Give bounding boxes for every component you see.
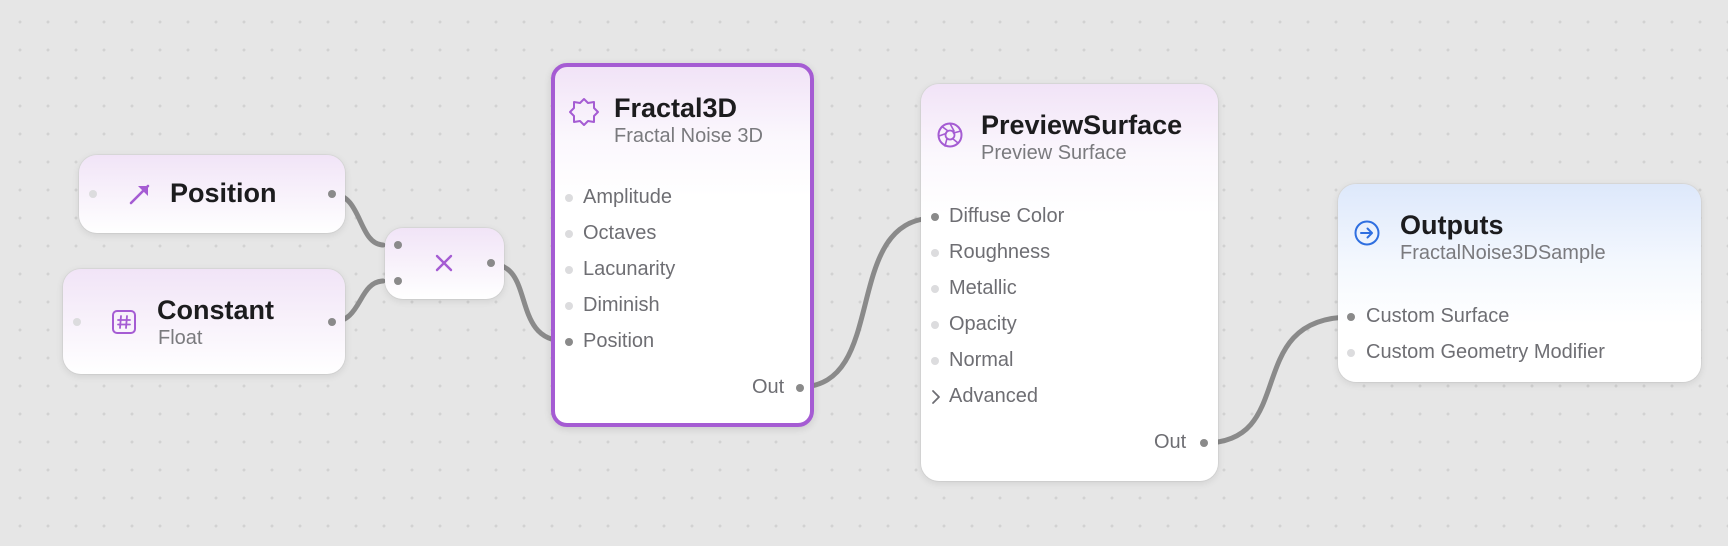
lacunarity-port[interactable] [565, 266, 573, 274]
octaves-port[interactable] [565, 230, 573, 238]
preview-surface-node[interactable]: PreviewSurface Preview Surface Diffuse C… [921, 84, 1218, 481]
arrow-up-right-icon [125, 179, 155, 209]
custom-surface-port[interactable] [1347, 313, 1355, 321]
node-graph-canvas[interactable]: Position Constant Float Fractal3D Fracta… [0, 0, 1728, 546]
multiply-node[interactable] [385, 228, 504, 299]
node-subtitle: Float [158, 327, 203, 349]
input-label-custom-geometry-modifier: Custom Geometry Modifier [1366, 341, 1605, 363]
node-subtitle: Fractal Noise 3D [614, 125, 763, 147]
input-label-custom-surface: Custom Surface [1366, 305, 1510, 327]
diffuse-color-port[interactable] [931, 213, 939, 221]
chevron-right-icon[interactable] [930, 388, 942, 411]
arrow-right-circle-icon [1352, 218, 1382, 248]
input-label-octaves: Octaves [583, 222, 657, 244]
input-label-diffuse-color: Diffuse Color [949, 205, 1065, 227]
position-input-port[interactable] [89, 190, 97, 198]
number-sign-icon [111, 309, 137, 335]
diminish-port[interactable] [565, 302, 573, 310]
wire-fractal3d-out-to-diffuse-color[interactable] [797, 215, 938, 390]
opacity-port[interactable] [931, 321, 939, 329]
custom-geometry-modifier-port[interactable] [1347, 349, 1355, 357]
metallic-port[interactable] [931, 285, 939, 293]
fractal-icon [567, 95, 601, 129]
multiply-output-port[interactable] [487, 259, 495, 267]
position-node[interactable]: Position [79, 155, 345, 233]
constant-output-port[interactable] [328, 318, 336, 326]
node-title: PreviewSurface [981, 110, 1183, 140]
constant-node[interactable]: Constant Float [63, 269, 345, 374]
fractal3d-node[interactable]: Fractal3D Fractal Noise 3D Amplitude Oct… [551, 63, 814, 427]
multiply-icon [432, 251, 456, 275]
node-title: Fractal3D [614, 93, 738, 123]
multiply-input-a-port[interactable] [394, 241, 402, 249]
input-label-opacity: Opacity [949, 313, 1017, 335]
output-label: Out [1154, 431, 1187, 453]
node-title: Constant [157, 295, 274, 325]
node-subtitle: Preview Surface [981, 142, 1127, 164]
constant-input-port[interactable] [73, 318, 81, 326]
preview-surface-output-port[interactable] [1200, 439, 1208, 447]
amplitude-port[interactable] [565, 194, 573, 202]
multiply-input-b-port[interactable] [394, 277, 402, 285]
position-port[interactable] [565, 338, 573, 346]
output-label: Out [752, 376, 785, 398]
input-label-amplitude: Amplitude [583, 186, 672, 208]
node-subtitle: FractalNoise3DSample [1400, 242, 1606, 264]
input-label-metallic: Metallic [949, 277, 1017, 299]
position-output-port[interactable] [328, 190, 336, 198]
input-label-normal: Normal [949, 349, 1014, 371]
normal-port[interactable] [931, 357, 939, 365]
outputs-node[interactable]: Outputs FractalNoise3DSample Custom Surf… [1338, 184, 1701, 382]
advanced-disclosure[interactable]: Advanced [949, 385, 1038, 408]
fractal3d-output-port[interactable] [796, 384, 804, 392]
input-label-roughness: Roughness [949, 241, 1051, 263]
wire-preview-out-to-custom-surface[interactable] [1201, 314, 1354, 446]
node-title: Position [170, 178, 277, 208]
roughness-port[interactable] [931, 249, 939, 257]
input-label-position: Position [583, 330, 655, 352]
input-label-lacunarity: Lacunarity [583, 258, 676, 280]
node-title: Outputs [1400, 210, 1504, 240]
aperture-icon [935, 120, 965, 150]
input-label-diminish: Diminish [583, 294, 660, 316]
